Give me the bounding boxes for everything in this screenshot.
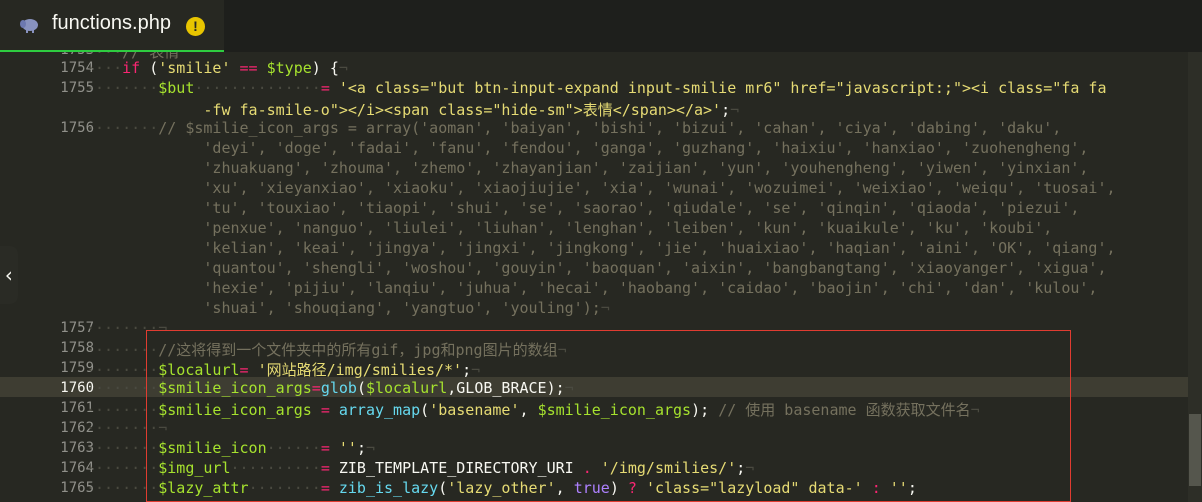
code-token: 'smilie' [158,59,231,77]
code-token: if [122,59,141,77]
code-line[interactable]: 'deyi', 'doge', 'fadai', 'fanu', 'fendou… [86,139,1088,157]
line-number: 1761 [60,400,94,416]
code-line[interactable]: 'shuai', 'shouqiang', 'yangtuo', 'youlin… [86,299,610,317]
code-token: ( [140,59,159,77]
line-number: 1759 [60,360,94,376]
tab-bar: functions.php ! [0,0,1202,52]
line-number: 1754 [60,60,94,76]
code-token: ¬ [730,101,740,119]
line-number: 1764 [60,460,94,476]
code-token: 'xu', 'xieyanxiao', 'xiaoku', 'xiaojiuji… [86,179,1116,197]
code-line[interactable]: 'xu', 'xieyanxiao', 'xiaoku', 'xiaojiuji… [86,179,1116,197]
line-number: 1762 [60,420,94,436]
code-token: ···· [86,59,123,77]
code-token: 'kelian', 'keai', 'jingya', 'jingxi', 'j… [86,239,1116,257]
line-number: 1758 [60,340,94,356]
code-token: 'zhuakuang', 'zhouma', 'zhemo', 'zhayanj… [86,159,1089,177]
code-token: $but [158,79,195,97]
code-line[interactable]: 'kelian', 'keai', 'jingya', 'jingxi', 'j… [86,239,1116,257]
code-line[interactable]: 'hexie', 'pijiu', 'lanqiu', 'juhua', 'he… [86,279,1097,297]
code-token: ·············· [194,79,321,97]
code-line[interactable]: ········$but··············= '<a class="b… [86,79,1107,97]
line-number: 1753 [0,52,94,58]
code-token: ········ [86,119,159,137]
code-line[interactable]: ········// $smilie_icon_args = array('ao… [86,119,1061,137]
tab-title: functions.php [52,12,171,34]
code-token: '<a class="but btn-input-expand input-sm… [338,79,1107,97]
code-token: 'hexie', 'pijiu', 'lanqiu', 'juhua', 'he… [86,279,1098,297]
scrollbar-thumb[interactable] [1189,414,1201,486]
selection-annotation-box [146,330,1071,502]
code-line[interactable]: 'tu', 'touxiao', 'tiaopi', 'shui', 'se',… [86,199,1079,217]
code-token: 'tu', 'touxiao', 'tiaopi', 'shui', 'se',… [86,199,1080,217]
code-line[interactable]: 'penxue', 'nanguo', 'liulei', 'liuhan', … [86,219,1052,237]
code-line[interactable]: 'zhuakuang', 'zhouma', 'zhemo', 'zhayanj… [86,159,1088,177]
code-editor[interactable]: 1753 1754 1755 1756 1757 1758 1759 1760 1761 1762… [0,52,1188,502]
line-number: 1760 [60,380,94,396]
tab-functions-php[interactable]: functions.php ! [0,0,224,52]
code-token: ¬ [600,299,610,317]
line-number: 1756 [60,120,94,136]
warning-icon[interactable]: ! [186,17,205,36]
code-token: // $smilie_icon_args = array('aoman', 'b… [158,119,1062,137]
collapse-panel-chevron-icon[interactable]: ‹ [0,246,18,304]
line-number: 1757 [60,320,94,336]
code-token: 'deyi', 'doge', 'fadai', 'fanu', 'fendou… [86,139,1089,157]
line-number: 1765 [60,480,94,496]
code-line[interactable]: -fw fa-smile-o"></i><span class="hide-sm… [86,99,739,120]
code-token: ) { [311,59,339,77]
code-token: 'shuai', 'shouqiang', 'yangtuo', 'youlin… [86,299,601,317]
code-line[interactable]: 'quantou', 'shengli', 'woshou', 'gouyin'… [86,259,1106,277]
code-token: = [320,79,330,97]
code-token: ········ [86,79,159,97]
code-token: ; [721,101,731,119]
php-elephant-icon [20,19,38,33]
code-line[interactable]: ····if ('smilie' == $type) {¬ [86,59,348,77]
line-number: 1763 [60,440,94,456]
code-token: ¬ [338,59,348,77]
vertical-scrollbar[interactable] [1188,52,1202,502]
code-token: 'quantou', 'shengli', 'woshou', 'gouyin'… [86,259,1107,277]
line-number: 1755 [60,80,94,96]
code-token: == [239,59,258,77]
code-token: -fw fa-smile-o"></i><span class="hide-sm… [203,101,722,119]
code-token: $type [266,59,312,77]
code-token: 'penxue', 'nanguo', 'liulei', 'liuhan', … [86,219,1053,237]
